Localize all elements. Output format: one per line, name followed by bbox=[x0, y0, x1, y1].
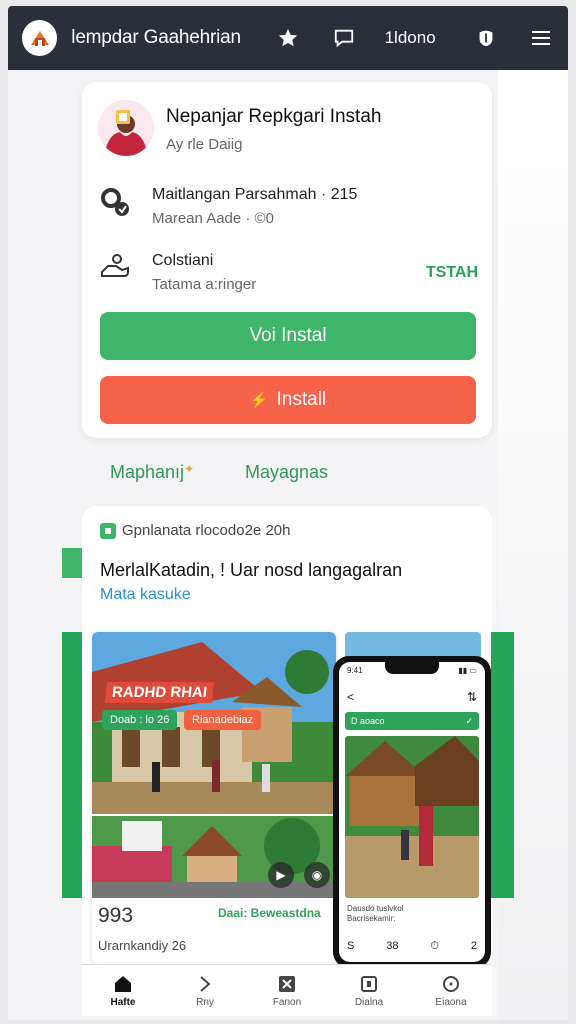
green-accent-right bbox=[491, 632, 514, 898]
news-meta-text: Gpnlanata rlocodo2e 20h bbox=[122, 522, 291, 539]
nav-label: Rny bbox=[196, 996, 214, 1008]
source-icon bbox=[100, 522, 116, 539]
nav-label: Fanon bbox=[272, 996, 302, 1008]
phone-bottom-left[interactable]: S bbox=[347, 940, 354, 953]
primary-install-label: Voi Instal bbox=[249, 325, 327, 346]
bracket-icon bbox=[361, 975, 377, 992]
promo-chip[interactable]: Doab : lo 26 bbox=[102, 710, 178, 730]
promo-caption: Urarnkandiy 26 bbox=[98, 938, 187, 953]
app-name: Nepanjar Repkgari Instah bbox=[166, 106, 382, 127]
logo-icon[interactable] bbox=[22, 20, 58, 56]
phone-green-bar[interactable]: D aoaco ✓ bbox=[345, 712, 479, 730]
promo-price: 993 bbox=[98, 904, 134, 927]
nav-label: Hafte bbox=[110, 996, 136, 1008]
row-subtitle: Marean Aade · ©0 bbox=[152, 210, 274, 227]
sparkle-icon: ✦ bbox=[184, 462, 195, 476]
check-icon: ✓ bbox=[465, 715, 473, 726]
nav-home[interactable]: Hafte bbox=[82, 965, 164, 1016]
row-subtitle: Tatama a:ringer bbox=[152, 276, 257, 293]
app-subtitle: Ay rle Daiig bbox=[166, 136, 243, 153]
phone-screen: 9:41 ▮▮ ▭ < ⇅ D aoaco ✓ Dausdo tuslvkol Bacr… bbox=[339, 662, 485, 962]
app-install-card: Nepanjar Repkgari Instah Ay rle Daiig Ma… bbox=[82, 82, 492, 438]
app-icon bbox=[98, 100, 154, 156]
star-icon[interactable] bbox=[276, 25, 302, 51]
link-first-label: Maphanıj bbox=[110, 462, 185, 482]
phone-bottom-num: 38 bbox=[386, 940, 399, 952]
news-headline: MerlalKatadin, ! Uar nosd langagalran bbox=[100, 560, 403, 580]
phone-bottom-right[interactable]: 2 bbox=[471, 940, 477, 953]
phone-mockup: 9:41 ▮▮ ▭ < ⇅ D aoaco ✓ Dausdo tuslvkol Bacr… bbox=[333, 656, 491, 968]
top-bar: lempdar Gaahehrian 1ldono bbox=[8, 6, 568, 70]
promo-chip[interactable]: Rianadebiaz bbox=[184, 710, 262, 730]
link-first[interactable]: Maphanıj✦ bbox=[110, 462, 194, 483]
row-title: Colstiani bbox=[152, 252, 214, 269]
nav-label: Eiaona bbox=[435, 996, 467, 1008]
phone-nav: < ⇅ bbox=[347, 690, 477, 704]
pause-icon[interactable]: ◉ bbox=[304, 862, 330, 888]
phone-status-bar: 9:41 ▮▮ ▭ bbox=[347, 666, 477, 675]
bottom-nav: Hafte Rny Fanon Dialna Eiaona bbox=[82, 964, 492, 1016]
nav-bracket[interactable]: Dialna bbox=[328, 965, 410, 1016]
home-icon bbox=[115, 975, 131, 992]
nav-arrow[interactable]: Rny bbox=[164, 965, 246, 1016]
phone-caption-line1: Dausdo tuslvkol bbox=[347, 904, 404, 913]
expand-icon bbox=[279, 975, 295, 992]
link-second[interactable]: Mayagnas bbox=[245, 462, 328, 483]
back-icon[interactable]: < bbox=[347, 690, 354, 704]
promo-photo-card[interactable]: RADHD RHAI Doab : lo 26 Rianadebiaz ▶ ◉ … bbox=[92, 632, 336, 964]
phone-caption-line2: Bacrisekamir: bbox=[347, 914, 396, 924]
info-row-location[interactable]: Maitlangan Parsahmah · 215 Marean Aade ·… bbox=[98, 182, 478, 232]
arrow-icon bbox=[200, 975, 211, 992]
menu-icon[interactable] bbox=[529, 25, 555, 51]
nav-expand[interactable]: Fanon bbox=[246, 965, 328, 1016]
news-card[interactable]: Gpnlanata rlocodo2e 20h MerlalKatadin, !… bbox=[82, 506, 492, 626]
timer-icon[interactable]: ⏱ bbox=[430, 940, 439, 953]
signal-icon: ▮▮ ▭ bbox=[458, 666, 477, 675]
search-location-icon bbox=[98, 184, 134, 220]
phone-time: 9:41 bbox=[347, 666, 363, 675]
play-icon[interactable]: ▶ bbox=[268, 862, 294, 888]
news-link[interactable]: Mata kasuke bbox=[100, 586, 191, 604]
phone-photo bbox=[345, 736, 479, 898]
phone-bar-label: D aoaco bbox=[351, 716, 385, 726]
hand-icon bbox=[98, 250, 134, 286]
promo-green-text: Daai: Beweastdna bbox=[218, 906, 321, 920]
info-row-collection[interactable]: Colstiani Tatama a:ringer TSTAH bbox=[98, 248, 478, 298]
site-title: lempdar Gaahehrian bbox=[71, 27, 241, 48]
phone-caption: Dausdo tuslvkol Bacrisekamir: bbox=[347, 904, 403, 925]
green-accent bbox=[62, 548, 84, 578]
install-button[interactable]: ⚡ Install bbox=[100, 376, 476, 424]
row-title: Maitlangan Parsahmah · 215 bbox=[152, 186, 358, 203]
promo-title: RADHD RHAI bbox=[104, 682, 215, 703]
market-photo bbox=[92, 816, 336, 898]
header-text-item[interactable]: 1ldono bbox=[385, 28, 463, 48]
circle-icon bbox=[443, 975, 459, 992]
share-icon[interactable]: ⇅ bbox=[467, 690, 477, 704]
nav-label: Dialna bbox=[354, 996, 384, 1008]
status-badge: TSTAH bbox=[425, 264, 478, 281]
phone-bottom-bar: S 38 ⏱ 2 bbox=[347, 940, 477, 953]
chat-icon[interactable] bbox=[331, 25, 357, 51]
lightning-icon: ⚡ bbox=[249, 392, 269, 409]
nav-circle[interactable]: Eiaona bbox=[410, 965, 492, 1016]
shield-icon[interactable] bbox=[473, 25, 499, 51]
primary-install-button[interactable]: Voi Instal bbox=[100, 312, 476, 360]
link-second-label: Mayagnas bbox=[245, 462, 329, 482]
news-meta: Gpnlanata rlocodo2e 20h bbox=[100, 522, 290, 539]
install-label: Install bbox=[276, 389, 327, 410]
